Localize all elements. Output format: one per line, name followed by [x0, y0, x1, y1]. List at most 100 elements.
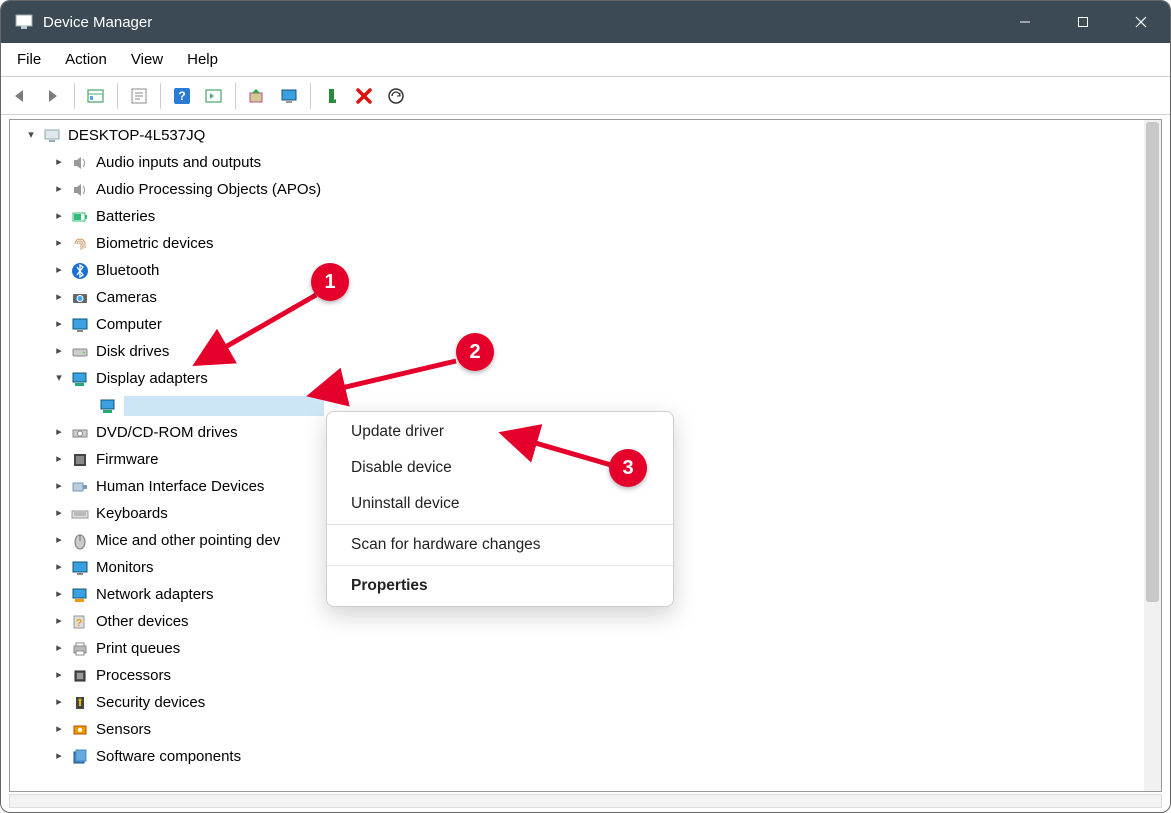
tree-item-audio-inputs[interactable]: ▸ Audio inputs and outputs: [10, 149, 1144, 176]
annotation-badge-1: 1: [311, 263, 349, 301]
chevron-right-icon[interactable]: ▸: [50, 667, 68, 685]
printer-icon: [70, 639, 90, 659]
tree-item-label: Display adapters: [96, 371, 208, 386]
window-controls: [996, 1, 1170, 43]
close-button[interactable]: [1112, 1, 1170, 43]
enable-device-button[interactable]: [274, 81, 304, 111]
speaker-icon: [70, 180, 90, 200]
tree-item-sensors[interactable]: ▸ Sensors: [10, 716, 1144, 743]
chevron-down-icon[interactable]: ▾: [22, 127, 40, 145]
chevron-right-icon[interactable]: ▸: [50, 694, 68, 712]
chevron-down-icon[interactable]: ▾: [50, 370, 68, 388]
remove-button[interactable]: [349, 81, 379, 111]
mouse-icon: [70, 531, 90, 551]
annotation-badge-3: 3: [609, 449, 647, 487]
properties-button[interactable]: [124, 81, 154, 111]
status-bar: [9, 794, 1162, 808]
tree-item-label: Sensors: [96, 722, 151, 737]
ctx-scan-hardware[interactable]: Scan for hardware changes: [327, 527, 673, 563]
speaker-icon: [70, 153, 90, 173]
chevron-right-icon[interactable]: ▸: [50, 748, 68, 766]
titlebar: Device Manager: [1, 1, 1170, 43]
minimize-button[interactable]: [996, 1, 1054, 43]
tree-item-other-devices[interactable]: ▸ ? Other devices: [10, 608, 1144, 635]
forward-button[interactable]: [38, 81, 68, 111]
app-icon: [15, 13, 33, 31]
tree-item-biometric[interactable]: ▸ Biometric devices: [10, 230, 1144, 257]
chevron-right-icon[interactable]: ▸: [50, 316, 68, 334]
scrollbar-thumb[interactable]: [1146, 122, 1159, 602]
tree-item-processors[interactable]: ▸ Processors: [10, 662, 1144, 689]
menu-help[interactable]: Help: [175, 47, 230, 72]
chevron-right-icon[interactable]: ▸: [50, 532, 68, 550]
vertical-scrollbar[interactable]: [1144, 120, 1161, 791]
firmware-icon: [70, 450, 90, 470]
chevron-right-icon[interactable]: ▸: [50, 559, 68, 577]
chevron-right-icon[interactable]: ▸: [50, 640, 68, 658]
tree-item-computer[interactable]: ▸ Computer: [10, 311, 1144, 338]
tree-item-software-components[interactable]: ▸ Software components: [10, 743, 1144, 770]
maximize-button[interactable]: [1054, 1, 1112, 43]
bluetooth-icon: [70, 261, 90, 281]
tree-item-batteries[interactable]: ▸ Batteries: [10, 203, 1144, 230]
tree-item-label: Mice and other pointing dev: [96, 533, 280, 548]
tree-item-label: DVD/CD-ROM drives: [96, 425, 238, 440]
menu-view[interactable]: View: [119, 47, 175, 72]
svg-text:?: ?: [178, 89, 185, 103]
chevron-right-icon[interactable]: ▸: [50, 586, 68, 604]
tree-item-label: Print queues: [96, 641, 180, 656]
tree-item-label: Keyboards: [96, 506, 168, 521]
tree-item-disk-drives[interactable]: ▸ Disk drives: [10, 338, 1144, 365]
chevron-right-icon[interactable]: ▸: [50, 181, 68, 199]
update-driver-button[interactable]: [242, 81, 272, 111]
chevron-right-icon[interactable]: ▸: [50, 208, 68, 226]
tree-item-cameras[interactable]: ▸ Cameras: [10, 284, 1144, 311]
tree-item-security[interactable]: ▸ Security devices: [10, 689, 1144, 716]
toolbar: ?: [1, 77, 1170, 115]
camera-icon: [70, 288, 90, 308]
scan-hardware-button[interactable]: [381, 81, 411, 111]
show-hidden-button[interactable]: [81, 81, 111, 111]
tree-item-print-queues[interactable]: ▸ Print queues: [10, 635, 1144, 662]
ctx-properties[interactable]: Properties: [327, 568, 673, 604]
no-expander: [78, 397, 96, 415]
fingerprint-icon: [70, 234, 90, 254]
chevron-right-icon[interactable]: ▸: [50, 154, 68, 172]
menu-action[interactable]: Action: [53, 47, 119, 72]
tree-root[interactable]: ▾ DESKTOP-4L537JQ: [10, 122, 1144, 149]
uninstall-button[interactable]: [317, 81, 347, 111]
toolbar-separator: [117, 83, 118, 109]
back-button[interactable]: [6, 81, 36, 111]
chevron-right-icon[interactable]: ▸: [50, 424, 68, 442]
chevron-right-icon[interactable]: ▸: [50, 235, 68, 253]
tree-item-label: Network adapters: [96, 587, 214, 602]
chevron-right-icon[interactable]: ▸: [50, 262, 68, 280]
resource-button[interactable]: [199, 81, 229, 111]
chevron-right-icon[interactable]: ▸: [50, 343, 68, 361]
chevron-right-icon[interactable]: ▸: [50, 613, 68, 631]
optical-drive-icon: [70, 423, 90, 443]
chevron-right-icon[interactable]: ▸: [50, 721, 68, 739]
chevron-right-icon[interactable]: ▸: [50, 451, 68, 469]
menubar: File Action View Help: [1, 43, 1170, 77]
chevron-right-icon[interactable]: ▸: [50, 289, 68, 307]
toolbar-separator: [74, 83, 75, 109]
chevron-right-icon[interactable]: ▸: [50, 478, 68, 496]
context-menu-separator: [327, 524, 673, 525]
tree-item-bluetooth[interactable]: ▸ Bluetooth: [10, 257, 1144, 284]
display-adapter-icon: [98, 396, 118, 416]
ctx-update-driver[interactable]: Update driver: [327, 414, 673, 450]
tree-item-label: Computer: [96, 317, 162, 332]
hid-icon: [70, 477, 90, 497]
monitor-icon: [70, 558, 90, 578]
tree-item-display-adapters[interactable]: ▾ Display adapters: [10, 365, 1144, 392]
tree-item-label: Disk drives: [96, 344, 169, 359]
chevron-right-icon[interactable]: ▸: [50, 505, 68, 523]
security-icon: [70, 693, 90, 713]
tree-item-label: Software components: [96, 749, 241, 764]
tree-item-apos[interactable]: ▸ Audio Processing Objects (APOs): [10, 176, 1144, 203]
help-button[interactable]: ?: [167, 81, 197, 111]
menu-file[interactable]: File: [5, 47, 53, 72]
ctx-uninstall-device[interactable]: Uninstall device: [327, 486, 673, 522]
cpu-icon: [70, 666, 90, 686]
